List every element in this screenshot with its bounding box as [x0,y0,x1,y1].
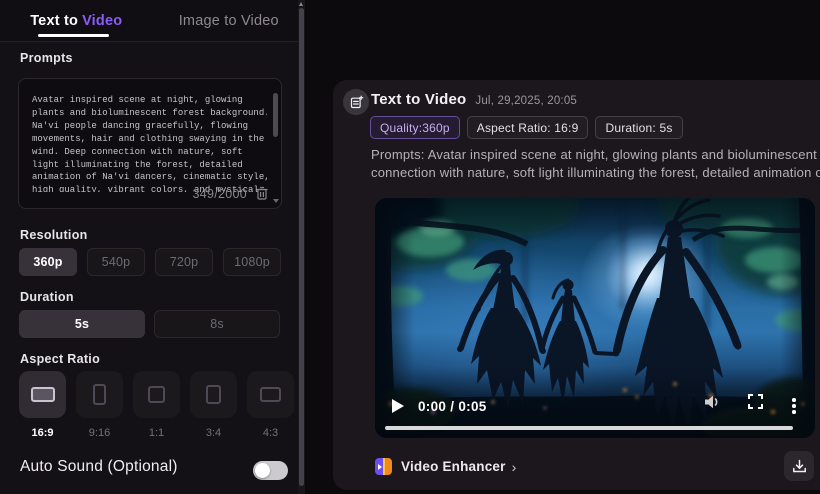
aspect-ratio-4-3-button[interactable] [247,371,294,418]
aspect-ratio-1-1-label: 1:1 [148,427,165,439]
video-enhancer-label: Video Enhancer [401,459,506,474]
resolution-options: 360p 540p 720p 1080p [19,248,291,276]
auto-sound-label: Auto Sound (Optional) [20,458,178,475]
video-progress-bar[interactable] [385,425,793,430]
square-1-1-icon [148,386,165,403]
active-tab-indicator [38,34,109,37]
aspect-ratio-3-4-button[interactable] [190,371,237,418]
fullscreen-icon[interactable] [748,394,763,414]
tab-image-to-video[interactable]: Image to Video [153,0,306,41]
generation-settings-sidebar: Text to Video Image to Video Prompts Ava… [0,0,305,494]
toggle-knob [255,463,270,478]
sidebar-scrollbar-thumb[interactable] [299,8,304,486]
tab-image-to-video-label: Image to Video [178,12,279,29]
aspect-ratio-3-4-label: 3:4 [205,427,222,439]
landscape-16-9-icon [30,387,55,402]
aspect-ratio-options: 16:9 9:16 1:1 3:4 4:3 [19,371,294,439]
video-time: 0:00 / 0:05 [418,399,487,414]
download-button[interactable] [784,451,814,481]
aspect-ratio-16-9-button[interactable] [19,371,66,418]
resolution-label: Resolution [20,228,88,242]
prompts-label: Prompts [20,51,73,65]
chevron-right-icon: › [511,458,517,475]
download-icon [792,459,807,474]
tab-text-to-video-label: Text to [30,12,79,29]
trash-icon[interactable] [255,186,269,201]
resolution-360p-button[interactable]: 360p [19,248,77,276]
sidebar-scrollbar[interactable] [298,0,305,494]
play-icon[interactable] [392,399,404,413]
generation-result-card: Text to Video Jul, 29,2025, 20:05 Qualit… [333,80,820,490]
prompt-text: Avatar inspired scene at night, glowing … [32,95,267,192]
resolution-720p-button[interactable]: 720p [155,248,213,276]
result-title: Text to Video [371,91,467,108]
aspect-ratio-1-1-button[interactable] [133,371,180,418]
duration-badge: Duration: 5s [595,116,683,139]
char-counter: 349/2000 [192,186,247,201]
aspect-ratio-label: Aspect Ratio [20,352,101,366]
textarea-scrollbar[interactable] [272,84,279,203]
aspect-ratio-9-16-label: 9:16 [88,427,111,439]
tab-text-to-video-accent: Video [82,12,123,29]
scroll-up-arrow-icon[interactable] [299,2,303,6]
auto-sound-toggle[interactable] [253,461,288,480]
textarea-scrollbar-thumb[interactable] [273,93,278,137]
portrait-9-16-icon [93,384,106,405]
result-badges: Quality:360p Aspect Ratio: 16:9 Duration… [370,116,683,139]
video-player[interactable]: 0:00 / 0:05 [375,198,815,438]
aspect-ratio-4-3-label: 4:3 [262,427,279,439]
document-plus-icon [343,89,369,115]
landscape-4-3-icon [260,387,281,402]
result-timestamp: Jul, 29,2025, 20:05 [475,95,578,107]
video-enhancer-icon [375,458,392,475]
kebab-menu-icon[interactable] [792,398,796,416]
scroll-down-arrow-icon[interactable] [273,199,279,203]
aspect-ratio-16-9-label: 16:9 [31,427,54,439]
portrait-3-4-icon [206,385,221,404]
aspect-ratio-badge: Aspect Ratio: 16:9 [466,116,589,139]
results-panel: Text to Video Jul, 29,2025, 20:05 Qualit… [305,0,820,494]
duration-8s-button[interactable]: 8s [154,310,280,338]
aspect-ratio-9-16-button[interactable] [76,371,123,418]
resolution-540p-button[interactable]: 540p [87,248,145,276]
text-to-video-app: Text to Video Image to Video Prompts Ava… [0,0,820,494]
video-enhancer-link[interactable]: Video Enhancer › [375,458,516,475]
volume-icon[interactable] [703,394,721,415]
duration-5s-button[interactable]: 5s [19,310,145,338]
mode-tabs: Text to Video Image to Video [0,0,305,42]
duration-options: 5s 8s [19,310,289,338]
prompt-textarea[interactable]: Avatar inspired scene at night, glowing … [18,78,282,209]
resolution-1080p-button[interactable]: 1080p [223,248,281,276]
result-prompt-text: Prompts: Avatar inspired scene at night,… [371,147,820,180]
duration-label: Duration [20,290,74,304]
quality-badge: Quality:360p [370,116,460,139]
